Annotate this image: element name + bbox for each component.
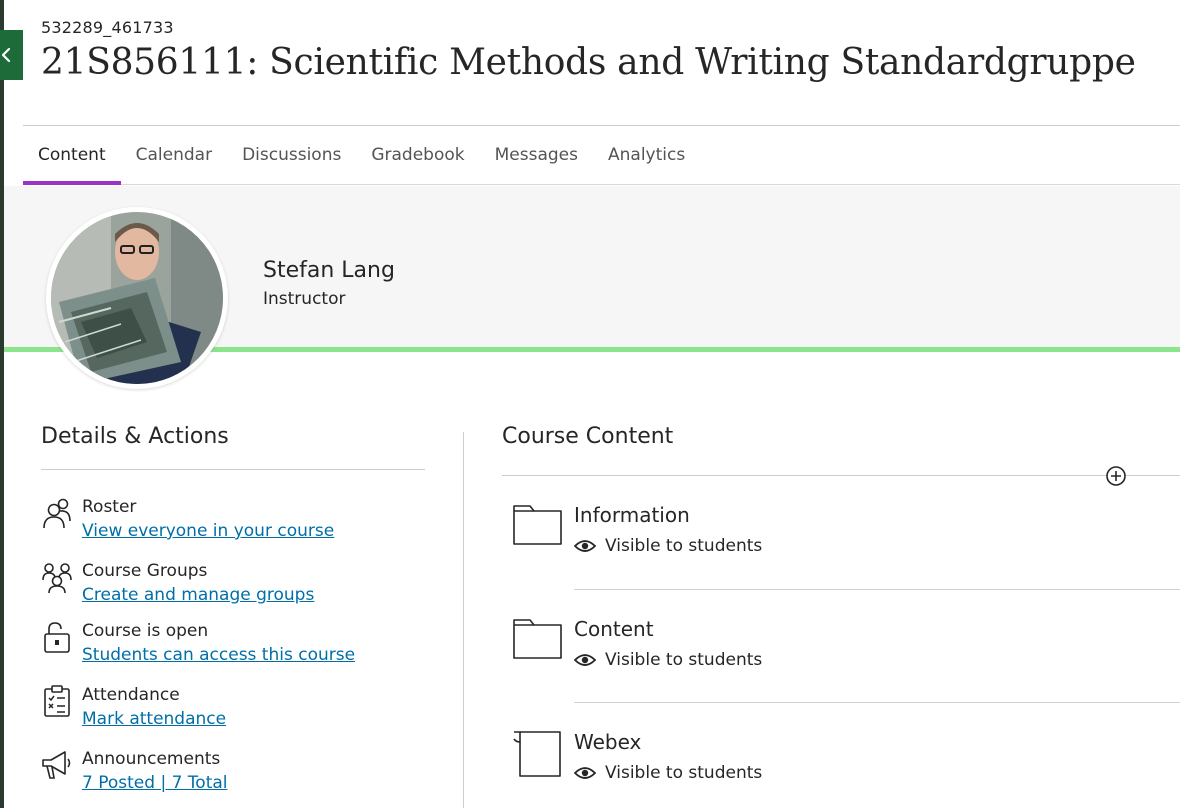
course-title: 21S856111: Scientific Methods and Writin… bbox=[41, 42, 1136, 83]
details-item-groups: Course Groups Create and manage groups bbox=[41, 560, 314, 608]
eye-icon bbox=[574, 767, 596, 779]
manage-groups-link[interactable]: Create and manage groups bbox=[82, 582, 314, 608]
course-content-panel: Course Content bbox=[502, 424, 1180, 469]
mark-attendance-link[interactable]: Mark attendance bbox=[82, 706, 226, 732]
attendance-icon bbox=[41, 684, 73, 720]
left-edge-strip bbox=[0, 0, 4, 808]
document-icon bbox=[512, 730, 564, 782]
megaphone-icon bbox=[41, 748, 73, 784]
eye-icon bbox=[574, 654, 596, 666]
content-separator bbox=[574, 702, 1180, 703]
folder-icon bbox=[512, 617, 564, 665]
column-divider bbox=[463, 432, 464, 808]
details-item-attendance: Attendance Mark attendance bbox=[41, 684, 226, 732]
course-tabs: Content Calendar Discussions Gradebook M… bbox=[23, 126, 1180, 185]
visibility-label: Visible to students bbox=[605, 650, 763, 670]
tab-gradebook[interactable]: Gradebook bbox=[356, 126, 479, 184]
content-item-title[interactable]: Webex bbox=[574, 730, 641, 754]
chevron-left-icon bbox=[1, 47, 11, 63]
course-content-title: Course Content bbox=[502, 424, 674, 449]
folder-icon bbox=[512, 503, 564, 551]
unlock-icon bbox=[41, 620, 73, 656]
visibility-label: Visible to students bbox=[605, 536, 763, 556]
tab-analytics[interactable]: Analytics bbox=[593, 126, 700, 184]
course-access-link[interactable]: Students can access this course bbox=[82, 642, 355, 668]
content-item-title[interactable]: Content bbox=[574, 617, 654, 641]
tab-content[interactable]: Content bbox=[23, 126, 121, 185]
details-actions-title: Details & Actions bbox=[41, 424, 425, 470]
instructor-photo bbox=[51, 212, 223, 384]
details-actions-panel: Details & Actions bbox=[41, 424, 425, 470]
roster-icon bbox=[41, 496, 73, 532]
content-separator bbox=[574, 589, 1180, 590]
announcements-link[interactable]: 7 Posted | 7 Total bbox=[82, 770, 228, 796]
add-content-button[interactable] bbox=[1105, 465, 1127, 487]
plus-circle-icon bbox=[1106, 466, 1126, 486]
details-item-title: Course is open bbox=[82, 621, 209, 641]
view-roster-link[interactable]: View everyone in your course bbox=[82, 518, 334, 544]
tab-messages[interactable]: Messages bbox=[480, 126, 593, 184]
instructor-avatar[interactable] bbox=[46, 207, 228, 389]
tab-discussions[interactable]: Discussions bbox=[227, 126, 356, 184]
visibility-status[interactable]: Visible to students bbox=[574, 650, 762, 670]
details-item-title: Announcements bbox=[82, 749, 221, 769]
details-item-course-open: Course is open Students can access this … bbox=[41, 620, 355, 668]
close-course-button[interactable] bbox=[0, 30, 23, 80]
visibility-status[interactable]: Visible to students bbox=[574, 536, 762, 556]
tab-calendar[interactable]: Calendar bbox=[121, 126, 227, 184]
course-header: 532289_461733 21S856111: Scientific Meth… bbox=[41, 18, 1180, 83]
course-id: 532289_461733 bbox=[41, 18, 174, 37]
instructor-name[interactable]: Stefan Lang bbox=[263, 258, 395, 283]
instructor-role: Instructor bbox=[263, 289, 346, 309]
content-item-title[interactable]: Information bbox=[574, 503, 690, 527]
course-content-rule bbox=[502, 475, 1180, 476]
eye-icon bbox=[574, 540, 596, 552]
visibility-status[interactable]: Visible to students bbox=[574, 763, 762, 783]
details-item-title: Attendance bbox=[82, 685, 180, 705]
details-item-roster: Roster View everyone in your course bbox=[41, 496, 334, 544]
details-item-title: Roster bbox=[82, 497, 137, 517]
details-item-title: Course Groups bbox=[82, 561, 208, 581]
groups-icon bbox=[41, 560, 73, 596]
visibility-label: Visible to students bbox=[605, 763, 763, 783]
details-item-announcements: Announcements 7 Posted | 7 Total bbox=[41, 748, 228, 796]
